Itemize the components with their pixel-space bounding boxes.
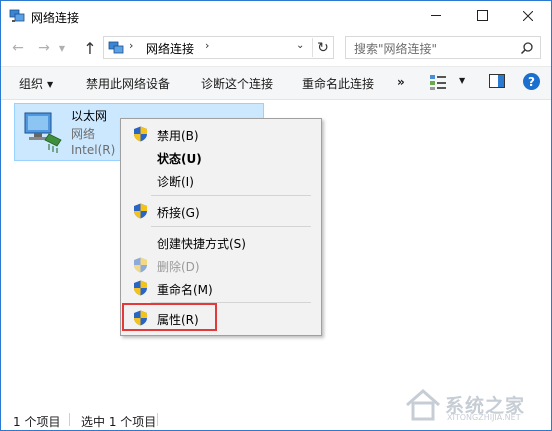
organize-label: 组织 xyxy=(19,77,44,91)
search-box[interactable]: 搜索"网络连接" xyxy=(345,36,541,59)
ethernet-adapter-icon xyxy=(24,112,62,153)
change-view-icon[interactable] xyxy=(429,73,447,91)
watermark-subtext: XITONGZHIJIA.NET xyxy=(447,413,521,422)
menu-item-status[interactable]: 状态(U) xyxy=(123,146,319,168)
uac-shield-icon xyxy=(134,126,147,142)
breadcrumb-network-connections[interactable]: 网络连接 xyxy=(146,40,194,57)
status-divider xyxy=(69,413,70,426)
menu-label: 桥接(G) xyxy=(157,206,200,220)
menu-item-delete: 删除(D) xyxy=(123,254,319,276)
watermark-logo: 系统之家 XITONGZHIJIA.NET xyxy=(401,383,549,425)
menu-item-create-shortcut[interactable]: 创建快捷方式(S) xyxy=(123,231,319,253)
maximize-button[interactable] xyxy=(459,1,505,30)
menu-label: 重命名(M) xyxy=(157,283,213,297)
close-button[interactable] xyxy=(505,1,551,30)
recent-locations-button[interactable]: ▼ xyxy=(57,39,67,57)
menu-label: 状态(U) xyxy=(157,152,202,166)
diagnose-connection-button[interactable]: 诊断这个连接 xyxy=(201,75,273,92)
up-button[interactable]: ↑ xyxy=(81,38,99,58)
chevron-down-icon: ▼ xyxy=(47,80,54,89)
uac-shield-icon xyxy=(134,203,147,219)
uac-shield-icon xyxy=(134,280,147,296)
properties-highlight-box xyxy=(122,303,217,331)
organize-menu[interactable]: 组织 ▼ xyxy=(19,75,53,92)
connection-device: Intel(R) 8 xyxy=(71,143,121,157)
disable-device-button[interactable]: 禁用此网络设备 xyxy=(86,75,170,92)
navigation-bar: ← → ▼ ↑ › 网络连接 › ⌄ ↻ 搜索"网络连接" xyxy=(1,31,551,65)
network-connections-app-icon xyxy=(9,9,25,22)
search-input[interactable]: 搜索"网络连接" xyxy=(354,40,437,57)
menu-label: 诊断(I) xyxy=(157,175,194,189)
rename-connection-button[interactable]: 重命名此连接 xyxy=(302,75,374,92)
uac-shield-icon xyxy=(134,257,147,273)
title-bar[interactable]: 网络连接 xyxy=(1,1,551,31)
window-title: 网络连接 xyxy=(31,11,80,25)
back-button[interactable]: ← xyxy=(9,39,27,57)
menu-label: 创建快捷方式(S) xyxy=(157,237,246,251)
more-commands-button[interactable]: » xyxy=(397,75,405,89)
chevron-down-icon: ▼ xyxy=(58,43,66,53)
breadcrumb-separator-icon[interactable]: › xyxy=(205,39,209,52)
refresh-button[interactable]: ↻ xyxy=(312,38,333,57)
selected-count: 选中 1 个项目 xyxy=(81,415,157,429)
address-bar[interactable]: › 网络连接 › ⌄ ↻ xyxy=(103,36,334,59)
network-connections-icon xyxy=(108,41,124,54)
maximize-icon xyxy=(476,10,488,21)
address-dropdown-icon[interactable]: ⌄ xyxy=(296,40,304,51)
status-divider xyxy=(157,413,158,426)
view-options-dropdown-icon[interactable]: ▼ xyxy=(459,76,465,85)
watermark-house-icon xyxy=(406,389,440,421)
up-arrow-icon: ↑ xyxy=(83,38,97,58)
menu-label: 删除(D) xyxy=(157,260,200,274)
search-icon[interactable] xyxy=(520,41,534,55)
menu-item-disable[interactable]: 禁用(B) xyxy=(123,123,319,145)
refresh-icon: ↻ xyxy=(317,39,329,56)
menu-item-diagnose[interactable]: 诊断(I) xyxy=(123,169,319,191)
back-arrow-icon: ← xyxy=(12,40,24,56)
menu-label: 禁用(B) xyxy=(157,129,199,143)
minimize-button[interactable] xyxy=(413,1,459,30)
command-bar: 组织 ▼ 禁用此网络设备 诊断这个连接 重命名此连接 » ▼ ? xyxy=(1,66,551,100)
menu-item-bridge[interactable]: 桥接(G) xyxy=(123,200,319,222)
forward-button[interactable]: → xyxy=(35,39,53,57)
connection-type: 网络 xyxy=(71,127,96,141)
forward-arrow-icon: → xyxy=(38,40,50,56)
menu-item-rename[interactable]: 重命名(M) xyxy=(123,277,319,299)
help-icon[interactable]: ? xyxy=(523,73,540,90)
breadcrumb-separator-icon[interactable]: › xyxy=(129,39,133,52)
menu-separator xyxy=(151,226,311,227)
close-icon xyxy=(523,10,533,21)
item-count: 1 个项目 xyxy=(13,415,61,429)
menu-separator xyxy=(151,195,311,196)
preview-pane-icon[interactable] xyxy=(489,74,505,88)
connection-name: 以太网 xyxy=(71,109,108,123)
minimize-icon xyxy=(431,15,441,16)
